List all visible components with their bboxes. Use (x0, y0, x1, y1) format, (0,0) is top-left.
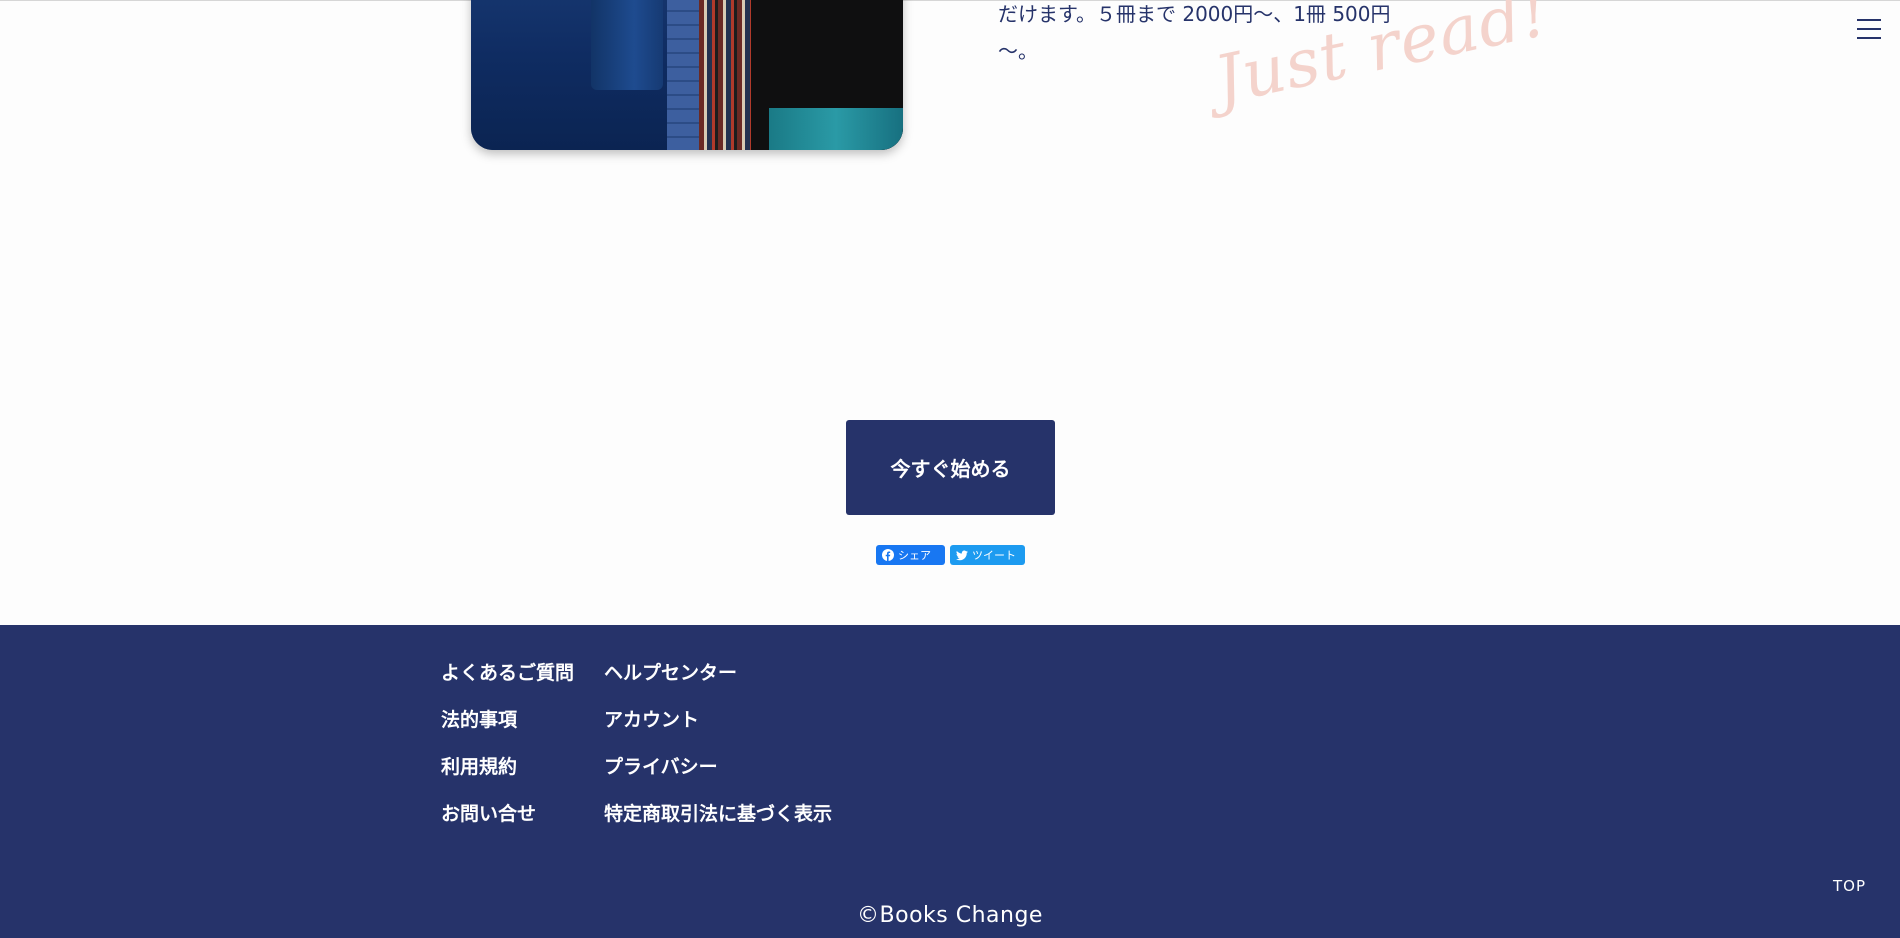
hamburger-menu-icon[interactable] (1857, 19, 1881, 41)
footer-link-help-center[interactable]: ヘルプセンター (604, 658, 737, 685)
twitter-tweet-button[interactable]: ツイート (950, 545, 1025, 565)
page: だけます。５冊まで 2000円〜、1冊 500円 〜。 Just read! 今… (0, 0, 1900, 938)
back-to-top-link[interactable]: TOP (1833, 877, 1866, 895)
footer-link-account[interactable]: アカウント (604, 705, 699, 732)
facebook-icon (882, 549, 894, 561)
facebook-share-button[interactable]: シェア (876, 545, 945, 565)
photo-left-person (471, 0, 699, 150)
footer-link-faq[interactable]: よくあるご質問 (441, 658, 574, 685)
footer-link-commercial-law[interactable]: 特定商取引法に基づく表示 (604, 799, 832, 826)
footer-link-terms[interactable]: 利用規約 (441, 752, 517, 779)
photo-right-person (699, 0, 903, 150)
site-footer: よくあるご質問 法的事項 利用規約 お問い合せ ヘルプセンター アカウント プラ… (0, 625, 1900, 938)
twitter-bird-icon (956, 550, 968, 560)
bookshelf (699, 0, 759, 150)
copyright: ©Books Change (857, 903, 1043, 928)
facebook-share-label: シェア (898, 549, 931, 562)
footer-link-contact[interactable]: お問い合せ (441, 799, 536, 826)
start-now-button[interactable]: 今すぐ始める (846, 420, 1055, 515)
bookstore-photo (471, 0, 903, 150)
footer-link-privacy[interactable]: プライバシー (604, 752, 718, 779)
twitter-tweet-label: ツイート (972, 549, 1016, 562)
share-buttons: シェア ツイート (876, 545, 1025, 565)
footer-link-legal[interactable]: 法的事項 (441, 705, 517, 732)
top-divider (0, 0, 1900, 1)
